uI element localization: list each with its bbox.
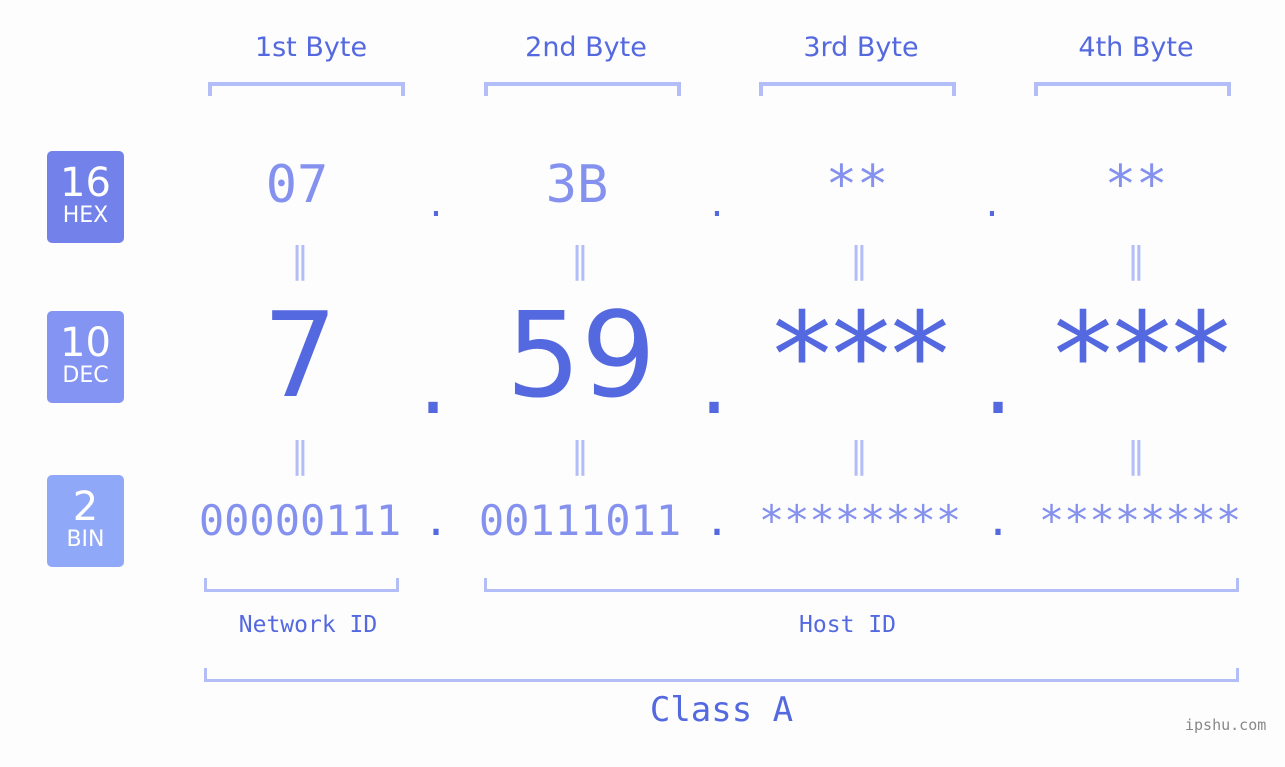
class-bracket <box>204 668 1239 682</box>
hex-separator-2: . <box>710 180 724 226</box>
equals-icon: ‖ <box>571 435 589 476</box>
bin-badge: 2 BIN <box>47 475 124 567</box>
bin-byte-3: ******** <box>758 496 962 545</box>
byte-header-1: 1st Byte <box>254 32 368 63</box>
bin-separator-3: . <box>985 496 1011 545</box>
dec-byte-1: 7 <box>262 286 338 424</box>
dec-base-number: 10 <box>60 320 111 366</box>
equals-icon: ‖ <box>291 435 309 476</box>
byte-bracket-4 <box>1034 82 1231 96</box>
hex-separator-1: . <box>429 180 443 226</box>
dec-separator-1: . <box>418 330 448 435</box>
network-id-bracket <box>204 578 399 592</box>
bin-separator-1: . <box>423 496 449 545</box>
bin-base-number: 2 <box>72 484 99 530</box>
equals-icon: ‖ <box>1127 435 1145 476</box>
watermark: ipshu.com <box>1185 716 1267 734</box>
class-label: Class A <box>649 690 794 730</box>
equals-icon: ‖ <box>571 240 589 281</box>
hex-byte-1: 07 <box>265 155 329 215</box>
bin-separator-2: . <box>704 496 730 545</box>
byte-header-4: 4th Byte <box>1078 32 1194 63</box>
bin-byte-2: 00111011 <box>478 496 682 545</box>
dec-badge: 10 DEC <box>47 311 124 403</box>
dec-byte-3: *** <box>772 286 950 424</box>
byte-bracket-2 <box>484 82 681 96</box>
byte-bracket-3 <box>759 82 956 96</box>
byte-bracket-1 <box>208 82 405 96</box>
bin-byte-1: 00000111 <box>198 496 402 545</box>
dec-base-label: DEC <box>62 363 109 388</box>
hex-byte-4: ** <box>1104 155 1168 215</box>
byte-header-2: 2nd Byte <box>525 32 647 63</box>
hex-byte-2: 3B <box>545 155 609 215</box>
dec-separator-3: . <box>983 330 1013 435</box>
hex-base-number: 16 <box>60 160 111 206</box>
host-id-bracket <box>484 578 1239 592</box>
hex-badge: 16 HEX <box>47 151 124 243</box>
dec-byte-2: 59 <box>505 286 657 424</box>
hex-byte-3: ** <box>825 155 889 215</box>
hex-separator-3: . <box>985 180 999 226</box>
hex-base-label: HEX <box>62 203 109 228</box>
host-id-label: Host ID <box>799 612 896 638</box>
bin-base-label: BIN <box>66 527 105 552</box>
equals-icon: ‖ <box>850 435 868 476</box>
bin-byte-4: ******** <box>1038 496 1242 545</box>
equals-icon: ‖ <box>850 240 868 281</box>
equals-icon: ‖ <box>1127 240 1145 281</box>
equals-icon: ‖ <box>291 240 309 281</box>
byte-header-3: 3rd Byte <box>803 32 919 63</box>
dec-separator-2: . <box>699 330 729 435</box>
network-id-label: Network ID <box>238 612 378 638</box>
dec-byte-4: *** <box>1053 286 1231 424</box>
